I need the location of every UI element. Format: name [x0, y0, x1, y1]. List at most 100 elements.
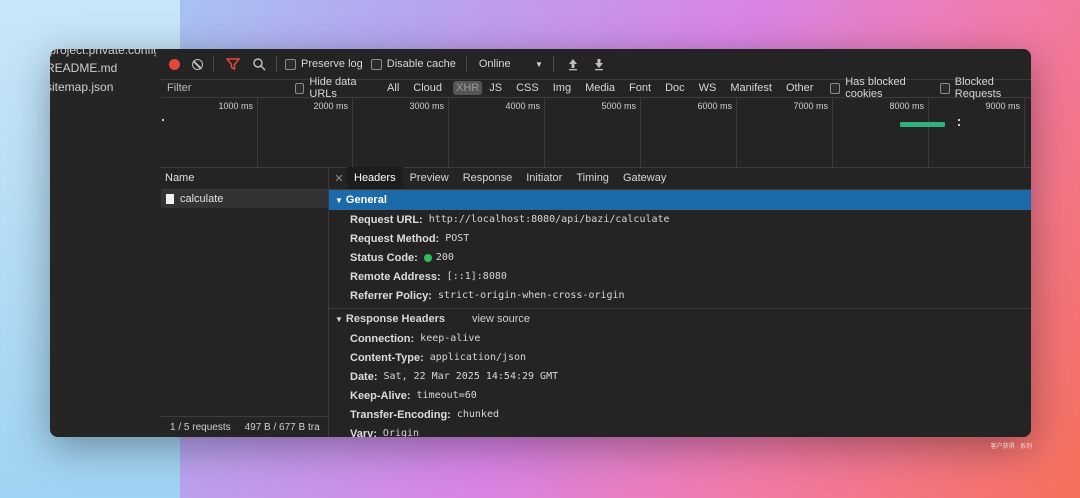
divider	[276, 56, 277, 72]
type-filter-all[interactable]: All	[384, 81, 402, 95]
tab-headers[interactable]: Headers	[347, 167, 403, 189]
triangle-down-icon: ▼	[335, 195, 343, 205]
triangle-down-icon: ▼	[335, 314, 343, 324]
header-value: chunked	[456, 409, 499, 420]
timeline-tick: 9000 ms	[928, 98, 1025, 167]
devtools-window: .project.private.config... README.md sit…	[50, 49, 1031, 437]
checkbox-box[interactable]	[940, 82, 950, 94]
blocked-requests-checkbox[interactable]: Blocked Requests	[940, 76, 1031, 100]
tick-label: 8000 ms	[889, 101, 924, 111]
type-filter-manifest[interactable]: Manifest	[727, 81, 775, 95]
header-key: Remote Address:	[350, 270, 441, 283]
watermark: 客户获得 · 系列	[990, 444, 1032, 450]
header-row: Keep-Alive: timeout=60	[329, 386, 1031, 405]
record-icon[interactable]	[169, 58, 180, 70]
filter-input[interactable]: Filter	[167, 82, 289, 94]
header-value: Sat, 22 Mar 2025 14:54:29 GMT	[383, 371, 559, 382]
header-row: Transfer-Encoding: chunked	[329, 405, 1031, 424]
checkbox-box[interactable]	[370, 58, 382, 70]
request-row[interactable]: calculate	[161, 190, 328, 208]
header-key: Request Method:	[350, 232, 440, 245]
type-filter-font[interactable]: Font	[626, 81, 654, 95]
header-key: Referrer Policy:	[350, 289, 432, 302]
document-icon	[166, 194, 174, 204]
type-filter-other[interactable]: Other	[783, 81, 817, 95]
tab-preview[interactable]: Preview	[403, 167, 456, 189]
response-headers-section-header[interactable]: ▼ Response Headers view source	[329, 308, 1031, 329]
header-row: Request URL: http://localhost:8080/api/ba…	[329, 210, 1031, 229]
throttle-value: Online	[478, 58, 511, 70]
divider	[465, 56, 467, 72]
export-har-icon[interactable]	[592, 57, 606, 71]
tick-label: 7000 ms	[793, 101, 828, 111]
type-filter-xhr[interactable]: XHR	[453, 81, 483, 95]
search-icon[interactable]	[252, 57, 266, 71]
header-row: Date: Sat, 22 Mar 2025 14:54:29 GMT	[329, 367, 1031, 386]
tab-timing[interactable]: Timing	[569, 167, 616, 189]
type-filter-media[interactable]: Media	[582, 81, 618, 95]
type-filter-img[interactable]: Img	[550, 81, 574, 95]
type-filter-cloud[interactable]: Cloud	[410, 81, 445, 95]
tick-label: 3000 ms	[409, 101, 444, 111]
header-key: Connection:	[350, 332, 415, 345]
header-row: Referrer Policy: strict-origin-when-cross…	[329, 286, 1031, 305]
name-column-header[interactable]: Name	[161, 167, 328, 190]
import-har-icon[interactable]	[566, 57, 580, 71]
clear-icon[interactable]	[192, 58, 203, 70]
header-key: Request URL:	[350, 213, 423, 226]
type-filter-js[interactable]: JS	[486, 81, 505, 95]
hide-data-urls-label: Hide data URLs	[309, 76, 357, 100]
preserve-log-label: Preserve log	[301, 58, 363, 70]
file-item[interactable]: README.md	[50, 61, 156, 75]
timeline-tick: 6000 ms	[640, 98, 737, 167]
close-icon[interactable]: ✕	[331, 172, 347, 185]
tick-label: 4000 ms	[505, 101, 540, 111]
timeline-tick: 5000 ms	[544, 98, 641, 167]
file-item[interactable]: sitemap.json	[50, 80, 156, 94]
hide-data-urls-checkbox[interactable]: Hide data URLs	[294, 76, 376, 100]
view-source-link[interactable]: view source	[472, 313, 530, 325]
header-value: application/json	[429, 352, 527, 363]
checkbox-box[interactable]	[830, 82, 841, 94]
header-row: Status Code: 200	[329, 248, 1031, 267]
request-detail-pane: ✕ Headers Preview Response Initiator Tim…	[329, 167, 1031, 437]
tab-response[interactable]: Response	[456, 167, 520, 189]
has-blocked-cookies-checkbox[interactable]: Has blocked cookies	[830, 76, 932, 100]
checkbox-box[interactable]	[285, 58, 296, 70]
checkbox-box[interactable]	[294, 82, 305, 94]
request-name: calculate	[180, 193, 224, 205]
header-row: Vary: Origin	[329, 424, 1031, 438]
detail-tabs: ✕ Headers Preview Response Initiator Tim…	[329, 167, 1031, 190]
tick-label: 5000 ms	[601, 101, 636, 111]
waterfall-marker	[958, 124, 960, 126]
header-value: 200	[435, 252, 454, 263]
waterfall-marker	[958, 119, 960, 121]
preserve-log-checkbox[interactable]: Preserve log	[285, 58, 363, 70]
type-filter-doc[interactable]: Doc	[662, 81, 688, 95]
divider	[552, 56, 554, 72]
file-explorer: .project.private.config... README.md sit…	[50, 49, 161, 437]
tab-gateway[interactable]: Gateway	[616, 167, 673, 189]
timeline-tick: 8000 ms	[832, 98, 929, 167]
header-key: Content-Type:	[350, 351, 424, 364]
disable-cache-checkbox[interactable]: Disable cache	[370, 58, 456, 70]
header-row: Remote Address: [::1]:8080	[329, 267, 1031, 286]
throttle-select[interactable]: Online ▼	[479, 58, 543, 70]
filter-icon[interactable]	[225, 57, 241, 71]
header-value: strict-origin-when-cross-origin	[437, 290, 625, 301]
type-filter-ws[interactable]: WS	[696, 81, 720, 95]
tab-initiator[interactable]: Initiator	[519, 167, 569, 189]
header-key: Date:	[350, 370, 378, 383]
tick-label: 9000 ms	[985, 101, 1020, 111]
blocked-requests-label: Blocked Requests	[954, 76, 1002, 100]
timeline-tick: 4000 ms	[448, 98, 545, 167]
waterfall-request-bar	[900, 122, 945, 127]
type-filter-css[interactable]: CSS	[513, 81, 542, 95]
header-key: Transfer-Encoding:	[350, 408, 451, 421]
file-item[interactable]: .project.private.config...	[50, 49, 156, 57]
network-panel: Preserve log Disable cache Online ▼ Filt…	[161, 49, 1031, 437]
general-section-header[interactable]: ▼ General	[329, 190, 1031, 210]
filter-bar: Filter Hide data URLs All Cloud XHR JS C…	[161, 76, 1031, 100]
overview-timeline[interactable]: 1000 ms 2000 ms 3000 ms 4000 ms 5000 ms …	[161, 98, 1031, 168]
request-list: Name calculate 1 / 5 requests 497 B / 67…	[161, 167, 329, 437]
